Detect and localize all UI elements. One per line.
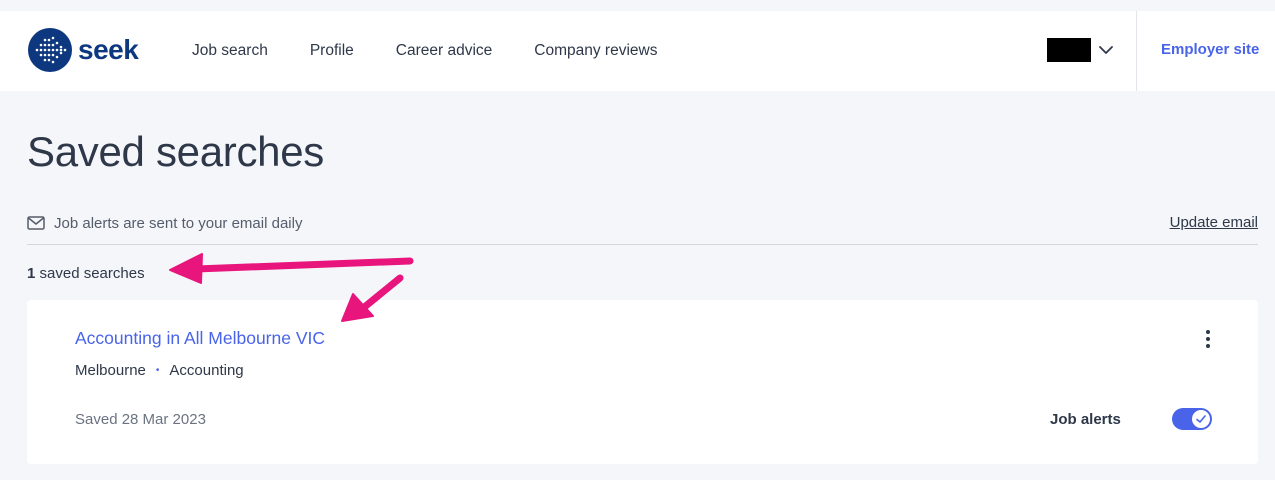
job-alerts-label: Job alerts [1050,411,1121,428]
nav-profile[interactable]: Profile [310,42,354,60]
check-icon [1196,415,1206,423]
toggle-knob [1191,409,1211,429]
saved-search-count-label: saved searches [35,265,145,282]
seek-logo-icon [28,28,72,72]
account-name-redacted [1047,38,1091,62]
update-email-link[interactable]: Update email [1170,214,1258,231]
saved-search-card: Accounting in All Melbourne VIC Melbourn… [27,300,1258,464]
saved-search-category: Accounting [169,362,244,379]
page-title: Saved searches [27,128,324,175]
mail-icon [27,216,45,230]
section-divider [27,244,1258,245]
nav-company-reviews[interactable]: Company reviews [534,42,657,60]
annotation-arrow-head [169,253,203,284]
nav-career-advice[interactable]: Career advice [396,42,493,60]
logo-text: seek [78,34,139,65]
more-vertical-icon[interactable] [1198,328,1218,350]
top-strip [0,0,1275,11]
site-header: seek Job search Profile Career advice Co… [0,11,1275,91]
seek-logo[interactable]: seek [28,28,139,72]
saved-search-title-link[interactable]: Accounting in All Melbourne VIC [75,328,325,349]
saved-search-location: Melbourne [75,362,146,379]
saved-search-meta: Melbourne • Accounting [75,362,244,379]
saved-search-count: 1 saved searches [27,265,145,282]
nav-job-search[interactable]: Job search [192,42,268,60]
meta-separator: • [155,365,160,376]
main-nav: Job search Profile Career advice Company… [192,11,699,91]
employer-site-link[interactable]: Employer site [1161,41,1259,58]
email-notice-row: Job alerts are sent to your email daily … [27,212,1258,234]
saved-date: Saved 28 Mar 2023 [75,411,206,428]
header-divider [1136,11,1137,91]
annotation-arrow [192,257,414,273]
job-alerts-toggle[interactable] [1172,408,1212,430]
chevron-down-icon [1099,46,1113,54]
account-menu[interactable] [1047,38,1115,62]
email-note: Job alerts are sent to your email daily [54,214,303,232]
